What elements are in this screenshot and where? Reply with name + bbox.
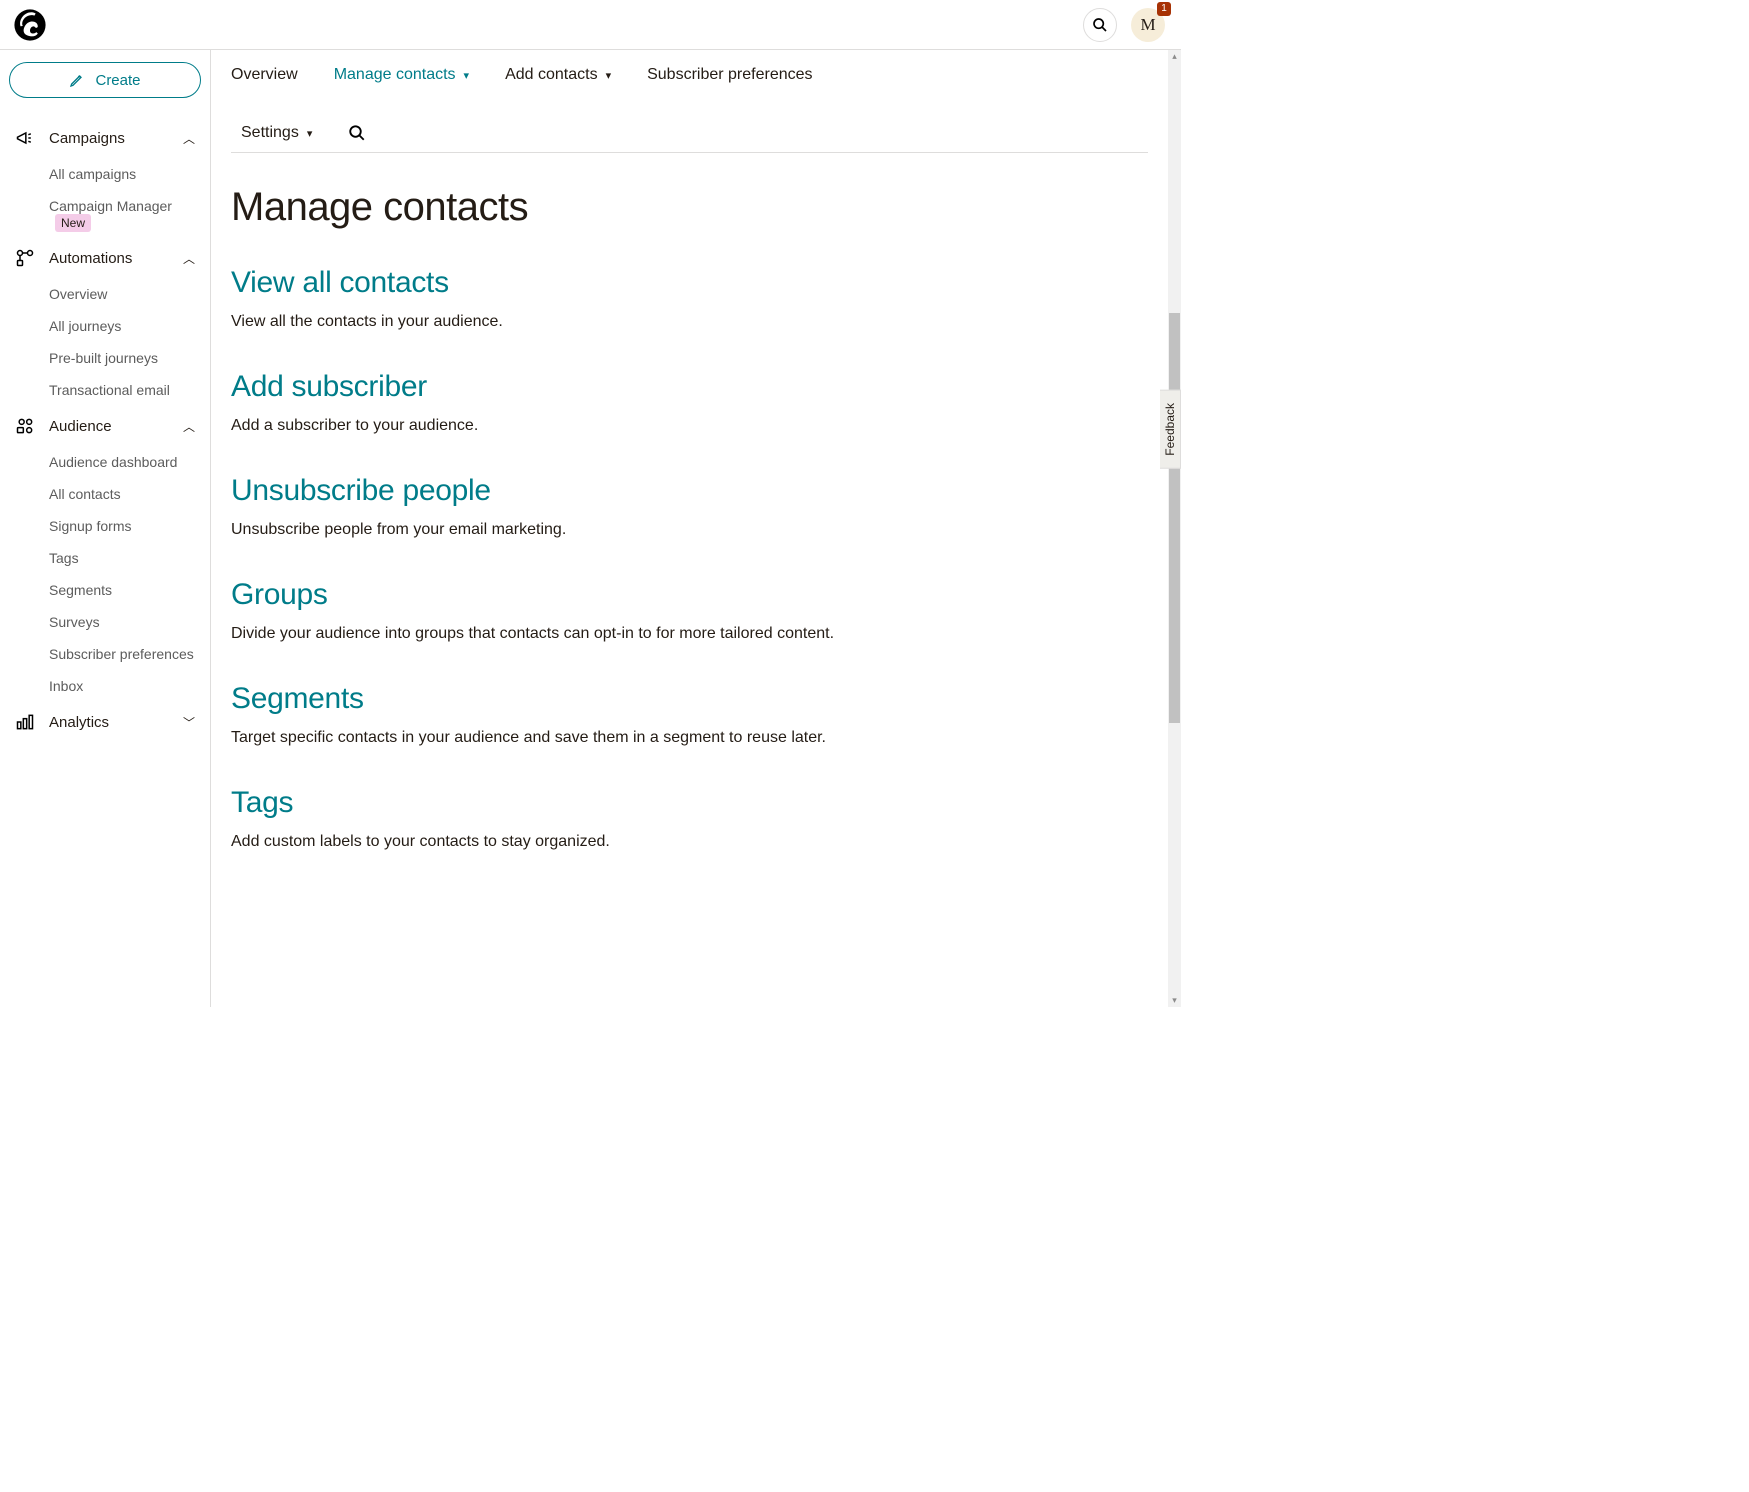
chevron-up-icon: ︿: [183, 250, 195, 267]
sidebar-item-all-contacts[interactable]: All contacts: [49, 478, 201, 510]
search-icon: [1092, 17, 1108, 33]
create-button[interactable]: Create: [9, 62, 201, 98]
sidebar-item-prebuilt-journeys[interactable]: Pre-built journeys: [49, 342, 201, 374]
sidebar-section-automations[interactable]: Automations ︿: [9, 238, 201, 278]
sidebar-item-audience-dashboard[interactable]: Audience dashboard: [49, 446, 201, 478]
sidebar-item-campaign-manager[interactable]: Campaign Manager New: [49, 190, 201, 238]
desc-unsubscribe-people: Unsubscribe people from your email marke…: [231, 518, 1148, 542]
link-add-subscriber[interactable]: Add subscriber: [231, 370, 1148, 404]
sidebar-section-analytics[interactable]: Analytics ﹀: [9, 702, 201, 742]
scroll-down-icon[interactable]: ▾: [1168, 994, 1181, 1007]
tabs: Overview Manage contacts ▾ Add contacts …: [231, 50, 1148, 153]
logo[interactable]: [10, 5, 50, 45]
sidebar-section-label: Audience: [49, 418, 169, 435]
avatar[interactable]: M 1: [1131, 8, 1165, 42]
sidebar-item-tags[interactable]: Tags: [49, 542, 201, 574]
sidebar-item-signup-forms[interactable]: Signup forms: [49, 510, 201, 542]
link-view-all-contacts[interactable]: View all contacts: [231, 266, 1148, 300]
desc-tags: Add custom labels to your contacts to st…: [231, 830, 1148, 854]
page-title: Manage contacts: [231, 185, 1148, 230]
desc-groups: Divide your audience into groups that co…: [231, 622, 1148, 646]
sidebar: Create Campaigns ︿ All campaigns Campaig…: [0, 50, 211, 1007]
create-button-label: Create: [95, 72, 140, 89]
global-search-button[interactable]: [1083, 8, 1117, 42]
vertical-scrollbar[interactable]: ▴ ▾: [1168, 50, 1181, 1007]
megaphone-icon: [15, 128, 35, 148]
feedback-tab[interactable]: Feedback: [1160, 390, 1181, 469]
chevron-down-icon: ▾: [307, 127, 313, 140]
sidebar-section-label: Automations: [49, 250, 169, 267]
sidebar-item-inbox[interactable]: Inbox: [49, 670, 201, 702]
sidebar-item-surveys[interactable]: Surveys: [49, 606, 201, 638]
desc-view-all-contacts: View all the contacts in your audience.: [231, 310, 1148, 334]
link-unsubscribe-people[interactable]: Unsubscribe people: [231, 474, 1148, 508]
sidebar-item-all-journeys[interactable]: All journeys: [49, 310, 201, 342]
scrollbar-thumb[interactable]: [1169, 313, 1180, 723]
chevron-down-icon: ﹀: [183, 714, 195, 731]
sidebar-item-automations-overview[interactable]: Overview: [49, 278, 201, 310]
sidebar-section-campaigns[interactable]: Campaigns ︿: [9, 118, 201, 158]
chevron-down-icon: ▾: [606, 69, 612, 82]
main-content: Overview Manage contacts ▾ Add contacts …: [211, 50, 1168, 1007]
link-tags[interactable]: Tags: [231, 786, 1148, 820]
tab-add-contacts[interactable]: Add contacts ▾: [505, 66, 611, 84]
new-badge: New: [55, 214, 91, 232]
sidebar-item-all-campaigns[interactable]: All campaigns: [49, 158, 201, 190]
mailchimp-logo-icon: [13, 8, 47, 42]
notification-badge: 1: [1157, 2, 1171, 16]
tab-subscriber-preferences[interactable]: Subscriber preferences: [647, 66, 812, 84]
chevron-up-icon: ︿: [183, 130, 195, 147]
audience-search-button[interactable]: [348, 124, 366, 142]
sidebar-section-label: Campaigns: [49, 130, 169, 147]
sidebar-item-segments[interactable]: Segments: [49, 574, 201, 606]
chevron-up-icon: ︿: [183, 418, 195, 435]
tab-settings[interactable]: Settings ▾: [241, 124, 312, 142]
pencil-icon: [69, 72, 85, 88]
link-groups[interactable]: Groups: [231, 578, 1148, 612]
audience-icon: [15, 416, 35, 436]
scroll-up-icon[interactable]: ▴: [1168, 50, 1181, 63]
sidebar-section-audience[interactable]: Audience ︿: [9, 406, 201, 446]
avatar-initial: M: [1140, 15, 1155, 35]
analytics-icon: [15, 712, 35, 732]
desc-add-subscriber: Add a subscriber to your audience.: [231, 414, 1148, 438]
link-segments[interactable]: Segments: [231, 682, 1148, 716]
chevron-down-icon: ▾: [464, 69, 470, 82]
tab-overview[interactable]: Overview: [231, 66, 298, 84]
sidebar-item-transactional-email[interactable]: Transactional email: [49, 374, 201, 406]
automation-icon: [15, 248, 35, 268]
search-icon: [348, 124, 366, 142]
sidebar-item-subscriber-preferences[interactable]: Subscriber preferences: [49, 638, 201, 670]
tab-manage-contacts[interactable]: Manage contacts ▾: [334, 66, 469, 84]
scrollbar-track[interactable]: [1168, 63, 1181, 994]
sidebar-section-label: Analytics: [49, 714, 169, 731]
desc-segments: Target specific contacts in your audienc…: [231, 726, 1148, 750]
